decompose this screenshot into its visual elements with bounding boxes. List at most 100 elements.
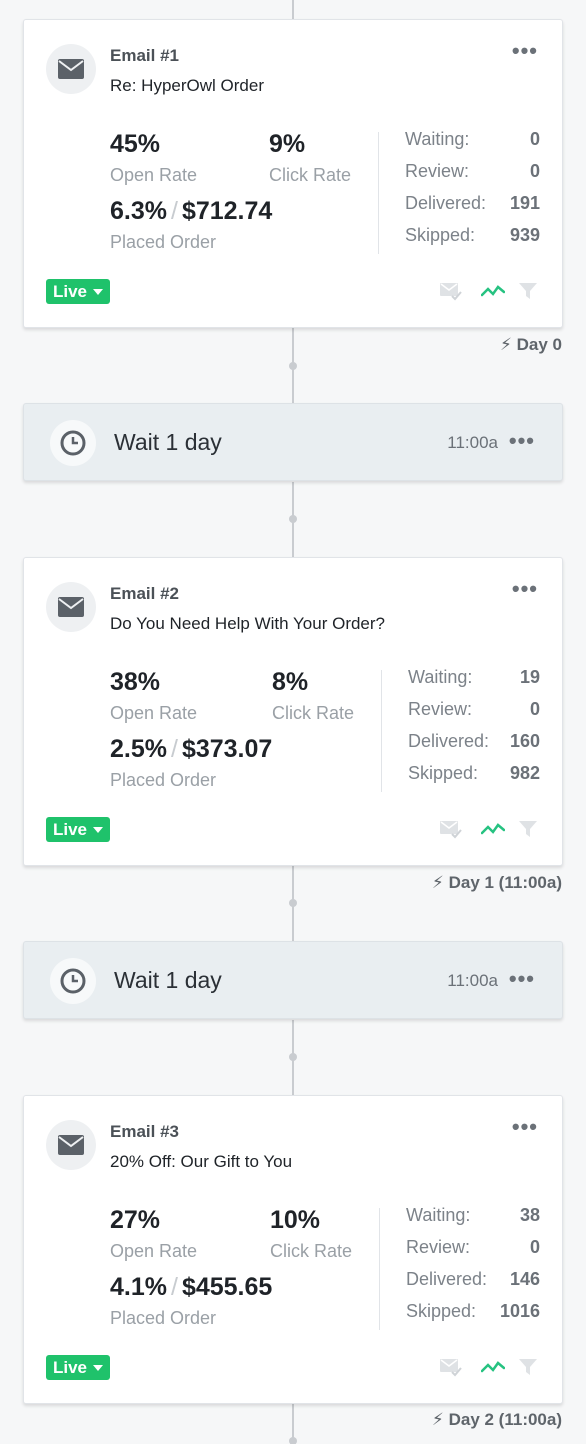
flow-dot (289, 1053, 297, 1061)
skipped-label: Skipped: (408, 763, 479, 783)
email-preview-icon[interactable] (438, 1354, 464, 1380)
waiting-label: Waiting: (406, 1205, 471, 1225)
trigger-day: ⚡ Day 2 (11:00a) (432, 1410, 562, 1430)
email-subject[interactable]: Re: HyperOwl Order (110, 76, 264, 96)
delivered-label: Delivered: (408, 731, 490, 751)
trigger-day: ⚡ Day 1 (11:00a) (432, 873, 562, 893)
email-label: Email #2 (110, 584, 179, 603)
stats-divider (381, 670, 382, 792)
more-dots-icon[interactable]: ••• (512, 578, 538, 600)
open-rate-label: Open Rate (110, 165, 198, 185)
envelope-icon (46, 582, 96, 632)
waiting-count: 0 (529, 129, 540, 149)
trigger-day-label: Day 1 (11:00a) (448, 873, 562, 892)
envelope-icon (46, 1120, 96, 1170)
more-dots-icon[interactable]: ••• (512, 40, 538, 62)
placed-order-separator: / (170, 197, 178, 225)
placed-order-percent: 2.5% (110, 735, 167, 763)
status-dropdown[interactable]: Live (46, 817, 111, 842)
open-rate-value: 38% (110, 668, 161, 696)
wait-time: 11:00a (447, 433, 498, 452)
caret-down-icon (93, 288, 104, 295)
email-label: Email #3 (110, 1122, 179, 1141)
email-preview-icon[interactable] (438, 278, 464, 304)
trend-icon[interactable] (480, 1354, 506, 1380)
click-rate-value: 8% (272, 668, 309, 696)
email-preview-icon[interactable] (438, 816, 464, 842)
flow-dot (289, 515, 297, 523)
review-label: Review: (405, 161, 470, 181)
more-dots-icon[interactable]: ••• (512, 1116, 538, 1138)
email-label: Email #1 (110, 46, 179, 65)
filter-icon[interactable] (515, 816, 541, 842)
status-dropdown[interactable]: Live (46, 279, 111, 304)
flow-connector (292, 0, 294, 19)
waiting-label: Waiting: (405, 129, 470, 149)
placed-order-value: 2.5% / $373.07 (110, 735, 272, 764)
review-label: Review: (406, 1237, 471, 1257)
email-subject[interactable]: 20% Off: Our Gift to You (110, 1152, 292, 1172)
status-label: Live (53, 820, 88, 839)
filter-icon[interactable] (515, 1354, 541, 1380)
lightning-icon: ⚡ (431, 873, 444, 892)
flow-dot (289, 1437, 297, 1444)
placed-order-value: 4.1% / $455.65 (110, 1273, 272, 1302)
wait-time: 11:00a (447, 971, 498, 990)
review-count: 0 (529, 161, 540, 181)
clock-icon (50, 420, 96, 466)
flow-dot (289, 899, 297, 907)
review-label: Review: (408, 699, 473, 719)
filter-icon[interactable] (515, 278, 541, 304)
trend-icon[interactable] (480, 816, 506, 842)
more-dots-icon[interactable]: ••• (509, 430, 535, 452)
placed-order-value: 6.3% / $712.74 (110, 197, 272, 226)
waiting-count: 38 (519, 1205, 540, 1225)
more-dots-icon[interactable]: ••• (509, 968, 535, 990)
open-rate-label: Open Rate (110, 1241, 198, 1261)
wait-duration: Wait 1 day (114, 429, 222, 455)
review-count: 0 (529, 699, 540, 719)
open-rate-value: 27% (110, 1206, 161, 1234)
envelope-icon (46, 44, 96, 94)
email-card-1[interactable]: Email #1 Re: HyperOwl Order ••• 45% Open… (23, 19, 563, 328)
skipped-count: 939 (509, 225, 540, 245)
flow-dot (289, 362, 297, 370)
placed-order-revenue: $373.07 (181, 735, 273, 763)
skipped-count: 1016 (499, 1301, 540, 1321)
stats-divider (378, 132, 379, 254)
wait-step-2[interactable]: Wait 1 day 11:00a ••• (23, 941, 563, 1019)
skipped-count: 982 (509, 763, 540, 783)
status-label: Live (53, 282, 88, 301)
placed-order-separator: / (170, 735, 178, 763)
click-rate-label: Click Rate (269, 165, 352, 185)
email-card-2[interactable]: Email #2 Do You Need Help With Your Orde… (23, 557, 563, 866)
delivered-count: 146 (509, 1269, 540, 1289)
skipped-label: Skipped: (405, 225, 476, 245)
waiting-label: Waiting: (408, 667, 473, 687)
caret-down-icon (93, 1364, 104, 1371)
email-subject[interactable]: Do You Need Help With Your Order? (110, 614, 385, 634)
placed-order-label: Placed Order (110, 1308, 217, 1328)
clock-icon (50, 958, 96, 1004)
placed-order-revenue: $455.65 (181, 1273, 273, 1301)
email-card-3[interactable]: Email #3 20% Off: Our Gift to You ••• 27… (23, 1095, 563, 1404)
wait-step-1[interactable]: Wait 1 day 11:00a ••• (23, 403, 563, 481)
placed-order-percent: 4.1% (110, 1273, 167, 1301)
open-rate-value: 45% (110, 130, 161, 158)
click-rate-value: 9% (269, 130, 306, 158)
delivered-label: Delivered: (405, 193, 487, 213)
placed-order-label: Placed Order (110, 770, 217, 790)
click-rate-label: Click Rate (270, 1241, 353, 1261)
delivered-count: 160 (509, 731, 540, 751)
delivered-label: Delivered: (406, 1269, 488, 1289)
review-count: 0 (529, 1237, 540, 1257)
wait-duration: Wait 1 day (114, 967, 222, 993)
trigger-day: ⚡ Day 0 (500, 335, 562, 355)
stats-divider (379, 1208, 380, 1330)
trend-icon[interactable] (480, 278, 506, 304)
status-dropdown[interactable]: Live (46, 1355, 111, 1380)
trigger-day-label: Day 0 (516, 335, 562, 354)
trigger-day-label: Day 2 (11:00a) (448, 1410, 562, 1429)
placed-order-label: Placed Order (110, 232, 217, 252)
click-rate-label: Click Rate (272, 703, 355, 723)
